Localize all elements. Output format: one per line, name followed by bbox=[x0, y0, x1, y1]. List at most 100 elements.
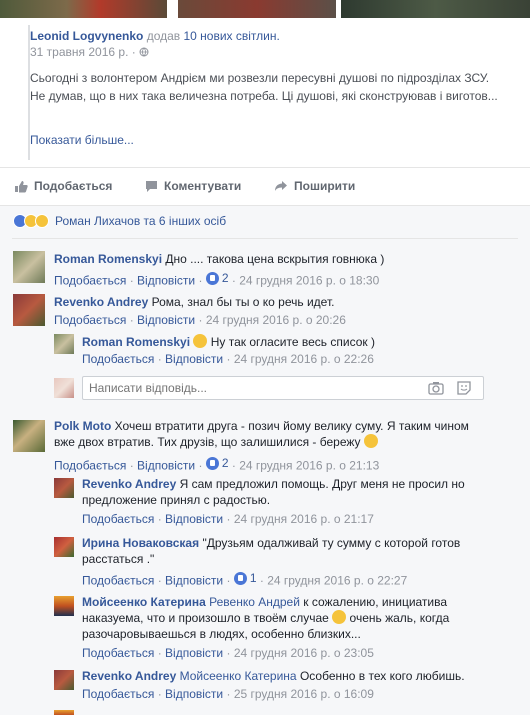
reply-reply-link[interactable]: Відповісти bbox=[165, 574, 223, 588]
share-button[interactable]: Поширити bbox=[274, 179, 355, 193]
separator: · bbox=[226, 352, 231, 366]
comment-like-link[interactable]: Подобається bbox=[54, 459, 126, 473]
reply-author[interactable]: Revenko Andrey bbox=[82, 477, 176, 491]
comment-like-link[interactable]: Подобається bbox=[54, 313, 126, 327]
smile-emoji-icon bbox=[193, 334, 208, 348]
reply-timestamp[interactable]: 24 грудня 2016 р. о 22:27 bbox=[267, 574, 407, 588]
reply-mention[interactable]: Ревенко Андрей bbox=[209, 595, 300, 609]
reply-like-link[interactable]: Подобається bbox=[82, 574, 154, 588]
avatar[interactable] bbox=[13, 294, 45, 326]
comment-timestamp[interactable]: 24 грудня 2016 р. о 20:26 bbox=[206, 313, 346, 327]
reply-author[interactable]: Roman Romenskyi bbox=[82, 335, 190, 349]
comment-like-count[interactable]: 2 bbox=[205, 456, 229, 470]
reply-body: Мойсеенко Катерина Ревенко Андрей к сожа… bbox=[82, 594, 482, 642]
thumbs-up-icon bbox=[15, 180, 28, 192]
avatar[interactable] bbox=[13, 251, 45, 283]
reply-reply-link[interactable]: Відповісти bbox=[165, 352, 223, 366]
reply-input[interactable] bbox=[83, 377, 413, 399]
comment-timestamp[interactable]: 24 грудня 2016 р. о 18:30 bbox=[239, 274, 379, 288]
avatar[interactable] bbox=[54, 670, 74, 690]
avatar[interactable] bbox=[54, 478, 74, 498]
reply-reply-link[interactable]: Відповісти bbox=[165, 512, 223, 526]
reply-reply-link[interactable]: Відповісти bbox=[165, 646, 223, 660]
photo-thumbnail[interactable] bbox=[341, 0, 530, 18]
photo-thumbnail[interactable] bbox=[178, 0, 336, 18]
separator: · bbox=[198, 458, 203, 473]
reply-meta: Подобається · Відповісти · 1 · 24 грудня… bbox=[82, 571, 407, 588]
reply-timestamp[interactable]: 24 грудня 2016 р. о 23:05 bbox=[234, 646, 374, 660]
reply-like-link[interactable]: Подобається bbox=[82, 512, 154, 526]
reply-mention[interactable]: Мойсеенко Катерина bbox=[180, 669, 297, 683]
comment-meta: Подобається · Відповісти · 2 · 24 грудня… bbox=[54, 456, 379, 473]
shared-post-author[interactable]: Leonid Logvynenko bbox=[30, 29, 143, 43]
shared-post: Leonid Logvynenko додав 10 нових світлин… bbox=[28, 25, 508, 160]
shared-post-date-text[interactable]: 31 травня 2016 р. · bbox=[30, 45, 136, 59]
avatar bbox=[54, 710, 74, 715]
comment-button[interactable]: Коментувати bbox=[145, 179, 241, 193]
separator: · bbox=[129, 273, 134, 288]
avatar[interactable] bbox=[54, 334, 74, 354]
reaction-icons bbox=[13, 214, 49, 228]
photos-link[interactable]: 10 нових світлин. bbox=[184, 29, 280, 43]
avatar[interactable] bbox=[54, 596, 74, 616]
separator: · bbox=[231, 273, 236, 288]
reply-author[interactable]: Мойсеенко Катерина bbox=[82, 595, 206, 609]
separator: · bbox=[157, 687, 162, 701]
smile-emoji-icon bbox=[363, 434, 378, 448]
camera-icon[interactable] bbox=[428, 381, 444, 395]
comment-reply-link[interactable]: Відповісти bbox=[137, 313, 195, 327]
post-action-bar: Подобається Коментувати Поширити bbox=[12, 175, 518, 199]
comment-body: Roman Romenskyi Дно .... такова цена вск… bbox=[54, 251, 494, 267]
comment-like-count[interactable]: 2 bbox=[205, 271, 229, 285]
reply-timestamp[interactable]: 25 грудня 2016 р. о 16:09 bbox=[234, 687, 374, 701]
comment-text: Дно .... такова цена вскрытия говнюка ) bbox=[165, 252, 385, 266]
photo-thumbnail[interactable] bbox=[0, 0, 167, 18]
reply-meta: Подобається · Відповісти · 24 грудня 201… bbox=[82, 352, 374, 366]
separator: · bbox=[157, 573, 162, 588]
separator: · bbox=[157, 512, 162, 526]
share-arrow-icon bbox=[275, 181, 287, 191]
show-more-link[interactable]: Показати більше... bbox=[30, 133, 134, 147]
reply-meta: Подобається · Відповісти · 25 грудня 201… bbox=[82, 687, 374, 701]
separator: · bbox=[157, 352, 162, 366]
like-icon bbox=[233, 571, 247, 585]
reply-meta: Подобається · Відповісти · 24 грудня 201… bbox=[82, 646, 374, 660]
reply-body: Revenko Andrey Я сам предложил помощь. Д… bbox=[82, 476, 482, 508]
reply-like-link[interactable]: Подобається bbox=[82, 352, 154, 366]
reactions-text[interactable]: Роман Лихачов та 6 інших осіб bbox=[55, 214, 226, 228]
comment-author[interactable]: Polk Moto bbox=[54, 419, 111, 433]
separator: · bbox=[226, 687, 231, 701]
comment-reply-link[interactable]: Відповісти bbox=[137, 274, 195, 288]
reply-timestamp[interactable]: 24 грудня 2016 р. о 22:26 bbox=[234, 352, 374, 366]
reply-like-count[interactable]: 1 bbox=[233, 571, 257, 585]
like-count-value: 1 bbox=[249, 571, 257, 585]
reply-timestamp[interactable]: 24 грудня 2016 р. о 21:17 bbox=[234, 512, 374, 526]
comment-timestamp[interactable]: 24 грудня 2016 р. о 21:13 bbox=[239, 459, 379, 473]
comment-author[interactable]: Revenko Andrey bbox=[54, 295, 148, 309]
reply-reply-link[interactable]: Відповісти bbox=[165, 687, 223, 701]
separator: · bbox=[226, 512, 231, 526]
reactions-summary[interactable]: Роман Лихачов та 6 інших осіб bbox=[13, 214, 226, 228]
comment-meta: Подобається · Відповісти · 24 грудня 201… bbox=[54, 313, 346, 327]
avatar[interactable] bbox=[54, 537, 74, 557]
reply-author[interactable]: Revenko Andrey bbox=[82, 669, 176, 683]
like-button[interactable]: Подобається bbox=[14, 179, 112, 193]
reply-input-box bbox=[82, 376, 484, 400]
comment-body: Polk Moto Хочеш втратити друга - позич й… bbox=[54, 418, 484, 450]
relieved-emoji-icon bbox=[332, 610, 347, 624]
photo-strip bbox=[0, 0, 530, 18]
comment-reply-link[interactable]: Відповісти bbox=[137, 459, 195, 473]
reply-author[interactable]: Ирина Новаковская bbox=[82, 536, 199, 550]
current-user-avatar bbox=[54, 378, 74, 398]
reply-like-link[interactable]: Подобається bbox=[82, 687, 154, 701]
comment-author[interactable]: Roman Romenskyi bbox=[54, 252, 162, 266]
separator: · bbox=[129, 458, 134, 473]
comment-like-link[interactable]: Подобається bbox=[54, 274, 126, 288]
shared-post-header: Leonid Logvynenko додав 10 нових світлин… bbox=[30, 29, 280, 43]
shared-post-text: Сьогодні з волонтером Андрієм ми розвезл… bbox=[30, 71, 498, 103]
reply-like-link[interactable]: Подобається bbox=[82, 646, 154, 660]
avatar[interactable] bbox=[13, 420, 45, 452]
comment-label: Коментувати bbox=[164, 179, 242, 193]
sticker-icon[interactable] bbox=[456, 381, 472, 395]
comment-meta: Подобається · Відповісти · 2 · 24 грудня… bbox=[54, 271, 379, 288]
